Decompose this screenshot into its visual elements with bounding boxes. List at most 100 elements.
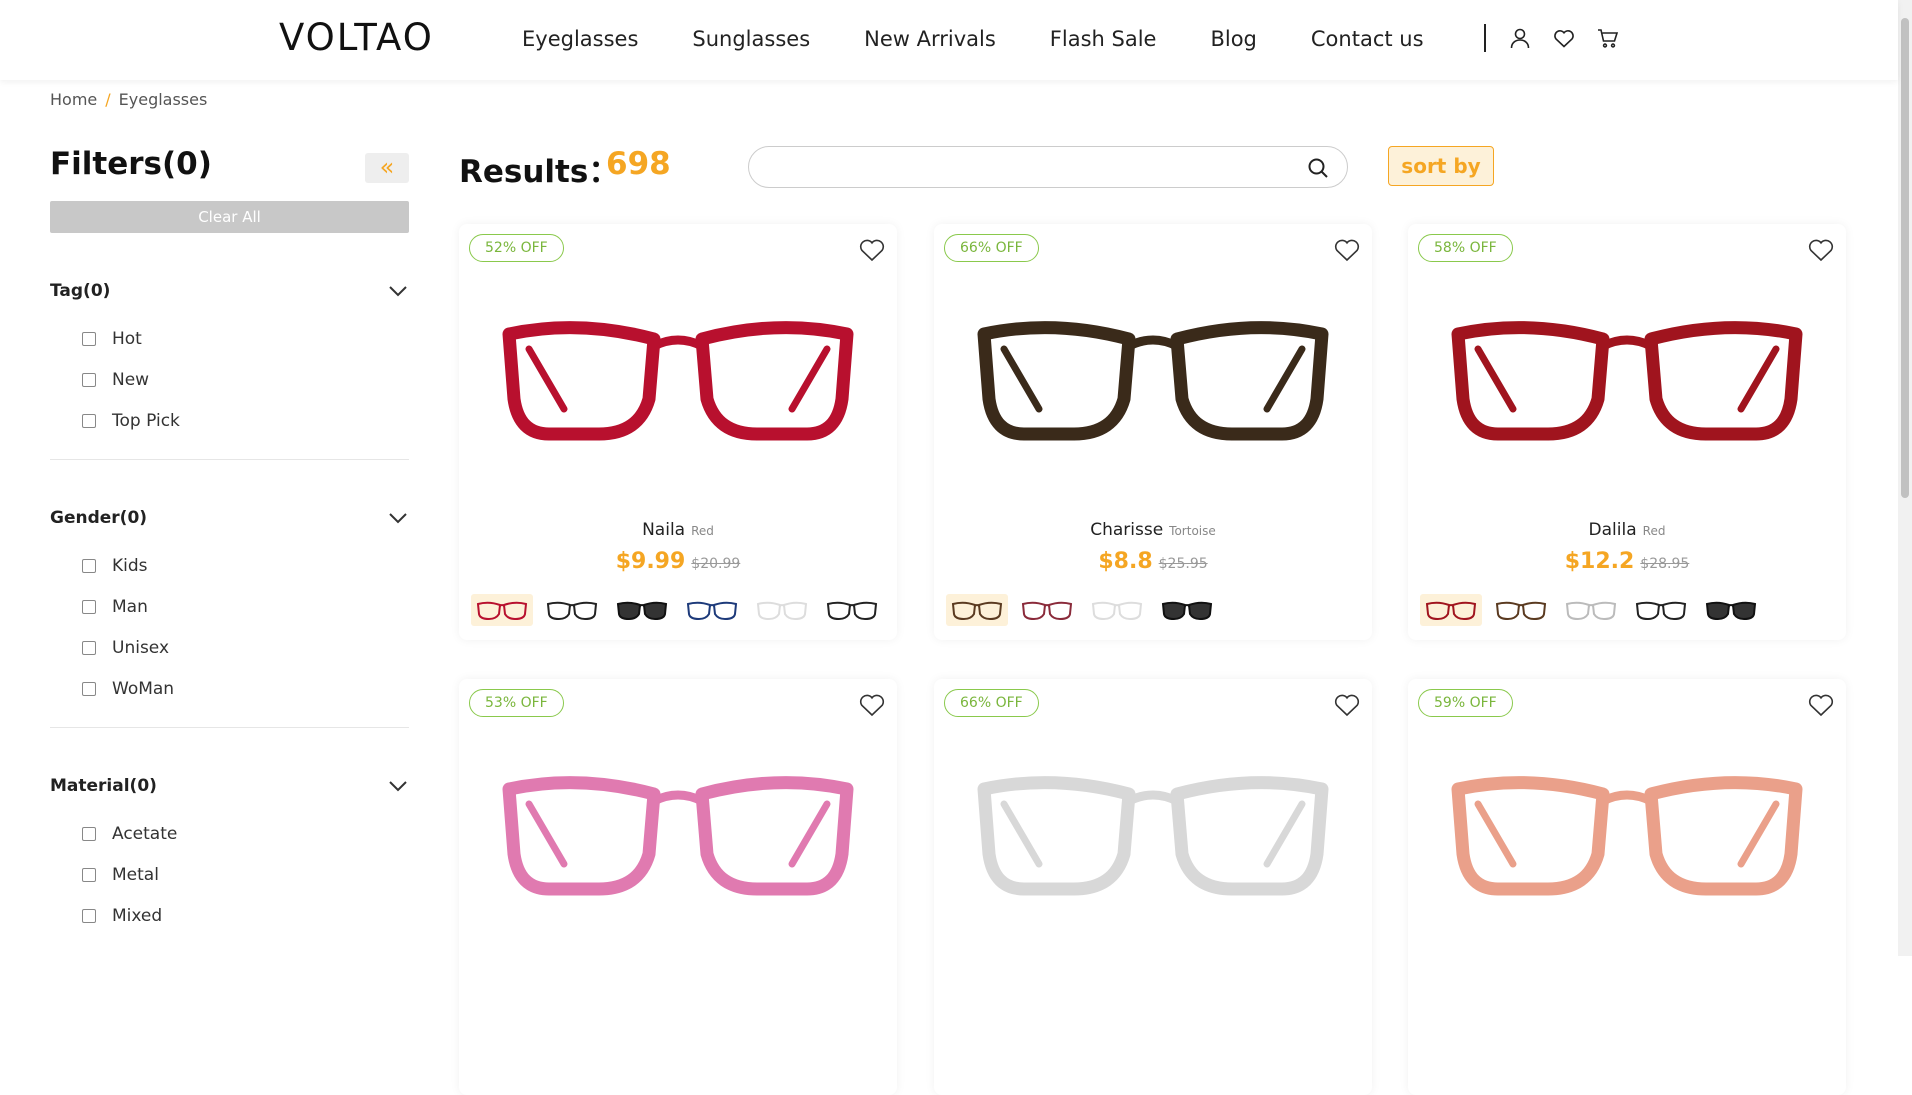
search-bar[interactable] <box>748 146 1348 188</box>
product-title[interactable]: Charisse <box>1090 520 1163 540</box>
wishlist-heart-icon[interactable] <box>1332 689 1362 719</box>
sale-price: $9.99 <box>615 549 686 574</box>
page-scrollbar[interactable] <box>1898 0 1912 956</box>
product-title[interactable]: Naila <box>642 520 685 540</box>
nav-flash-sale[interactable]: Flash Sale <box>1050 27 1157 51</box>
color-swatch[interactable] <box>471 594 533 626</box>
wishlist-heart-icon[interactable] <box>1806 689 1836 719</box>
product-image[interactable] <box>489 294 867 454</box>
chevron-down-icon[interactable] <box>387 507 409 529</box>
color-swatch[interactable] <box>1420 594 1482 626</box>
option-label: Mixed <box>112 905 163 926</box>
filter-divider <box>50 459 409 460</box>
search-icon[interactable] <box>1307 157 1329 179</box>
product-name[interactable]: Naila Red <box>459 520 897 540</box>
filter-option-new[interactable]: New <box>50 359 409 400</box>
results-count: 698 <box>606 146 671 182</box>
product-price: $12.2 $28.95 <box>1408 549 1846 574</box>
wishlist-heart-icon[interactable] <box>1806 234 1836 264</box>
product-card[interactable]: 66% OFF <box>934 679 1372 1095</box>
color-swatch[interactable] <box>1490 594 1552 626</box>
filter-group-material: Material(0) Acetate Metal Mixed <box>50 771 409 936</box>
filter-option-man[interactable]: Man <box>50 586 409 627</box>
product-image[interactable] <box>489 749 867 909</box>
filter-option-hot[interactable]: Hot <box>50 318 409 359</box>
wishlist-heart-icon[interactable] <box>1332 234 1362 264</box>
nav-sunglasses[interactable]: Sunglasses <box>692 27 810 51</box>
filter-group-tag: Tag(0) Hot New Top Pick <box>50 276 409 460</box>
product-card[interactable]: 58% OFF Dalila Red $12.2 $28.95 <box>1408 224 1846 640</box>
color-swatch[interactable] <box>541 594 603 626</box>
checkbox[interactable] <box>82 640 96 655</box>
nav-new-arrivals[interactable]: New Arrivals <box>864 27 996 51</box>
chevron-down-icon[interactable] <box>387 280 409 302</box>
filter-option-mixed[interactable]: Mixed <box>50 895 409 936</box>
checkbox[interactable] <box>82 413 96 428</box>
filter-option-woman[interactable]: WoMan <box>50 668 409 709</box>
sort-by-button[interactable]: sort by <box>1388 146 1494 186</box>
color-swatch[interactable] <box>1560 594 1622 626</box>
product-image[interactable] <box>1438 294 1816 454</box>
color-swatch[interactable] <box>681 594 743 626</box>
checkbox[interactable] <box>82 558 96 573</box>
product-image[interactable] <box>964 294 1342 454</box>
color-swatch[interactable] <box>946 594 1008 626</box>
product-image[interactable] <box>1438 749 1816 909</box>
color-swatch[interactable] <box>821 594 883 626</box>
product-title[interactable]: Dalila <box>1589 520 1637 540</box>
product-price: $9.99 $20.99 <box>459 549 897 574</box>
nav-blog[interactable]: Blog <box>1210 27 1256 51</box>
filter-option-acetate[interactable]: Acetate <box>50 813 409 854</box>
color-swatch[interactable] <box>751 594 813 626</box>
option-label: Unisex <box>112 637 170 658</box>
color-swatch[interactable] <box>1630 594 1692 626</box>
wishlist-icon[interactable] <box>1552 26 1576 50</box>
site-header: VOLTAO Eyeglasses Sunglasses New Arrival… <box>0 0 1898 80</box>
product-color: Tortoise <box>1169 524 1216 538</box>
filter-option-metal[interactable]: Metal <box>50 854 409 895</box>
product-price: $8.8 $25.95 <box>934 549 1372 574</box>
nav-eyeglasses[interactable]: Eyeglasses <box>522 27 638 51</box>
product-name[interactable]: Charisse Tortoise <box>934 520 1372 540</box>
checkbox[interactable] <box>82 826 96 841</box>
checkbox[interactable] <box>82 599 96 614</box>
filter-group-header[interactable]: Gender(0) <box>50 503 409 533</box>
product-card[interactable]: 66% OFF Charisse Tortoise $8.8 $25.95 <box>934 224 1372 640</box>
wishlist-heart-icon[interactable] <box>857 234 887 264</box>
site-logo[interactable]: VOLTAO <box>279 16 434 59</box>
color-swatch[interactable] <box>611 594 673 626</box>
filter-option-unisex[interactable]: Unisex <box>50 627 409 668</box>
color-swatch[interactable] <box>1156 594 1218 626</box>
product-image[interactable] <box>964 749 1342 909</box>
product-name[interactable]: Dalila Red <box>1408 520 1846 540</box>
search-input[interactable] <box>769 155 1289 179</box>
filter-group-header[interactable]: Material(0) <box>50 771 409 801</box>
cart-icon[interactable] <box>1596 26 1620 50</box>
color-swatches <box>946 594 1218 626</box>
product-card[interactable]: 52% OFF Naila Red $9.99 $20.99 <box>459 224 897 640</box>
chevron-down-icon[interactable] <box>387 775 409 797</box>
product-card[interactable]: 59% OFF <box>1408 679 1846 1095</box>
checkbox[interactable] <box>82 908 96 923</box>
discount-badge: 66% OFF <box>944 234 1039 262</box>
wishlist-heart-icon[interactable] <box>857 689 887 719</box>
user-icon[interactable] <box>1508 26 1532 50</box>
checkbox[interactable] <box>82 372 96 387</box>
product-card[interactable]: 53% OFF <box>459 679 897 1095</box>
filter-option-kids[interactable]: Kids <box>50 545 409 586</box>
filter-option-top-pick[interactable]: Top Pick <box>50 400 409 441</box>
breadcrumb-home[interactable]: Home <box>50 90 97 109</box>
filter-group-title: Material(0) <box>50 776 157 796</box>
checkbox[interactable] <box>82 681 96 696</box>
filter-group-title: Gender(0) <box>50 508 148 528</box>
scrollbar-thumb[interactable] <box>1901 18 1909 498</box>
color-swatch[interactable] <box>1700 594 1762 626</box>
color-swatch[interactable] <box>1016 594 1078 626</box>
nav-contact-us[interactable]: Contact us <box>1311 27 1424 51</box>
color-swatch[interactable] <box>1086 594 1148 626</box>
clear-all-button[interactable]: Clear All <box>50 201 409 233</box>
checkbox[interactable] <box>82 331 96 346</box>
filter-group-header[interactable]: Tag(0) <box>50 276 409 306</box>
collapse-filters-button[interactable]: « <box>365 153 409 183</box>
checkbox[interactable] <box>82 867 96 882</box>
